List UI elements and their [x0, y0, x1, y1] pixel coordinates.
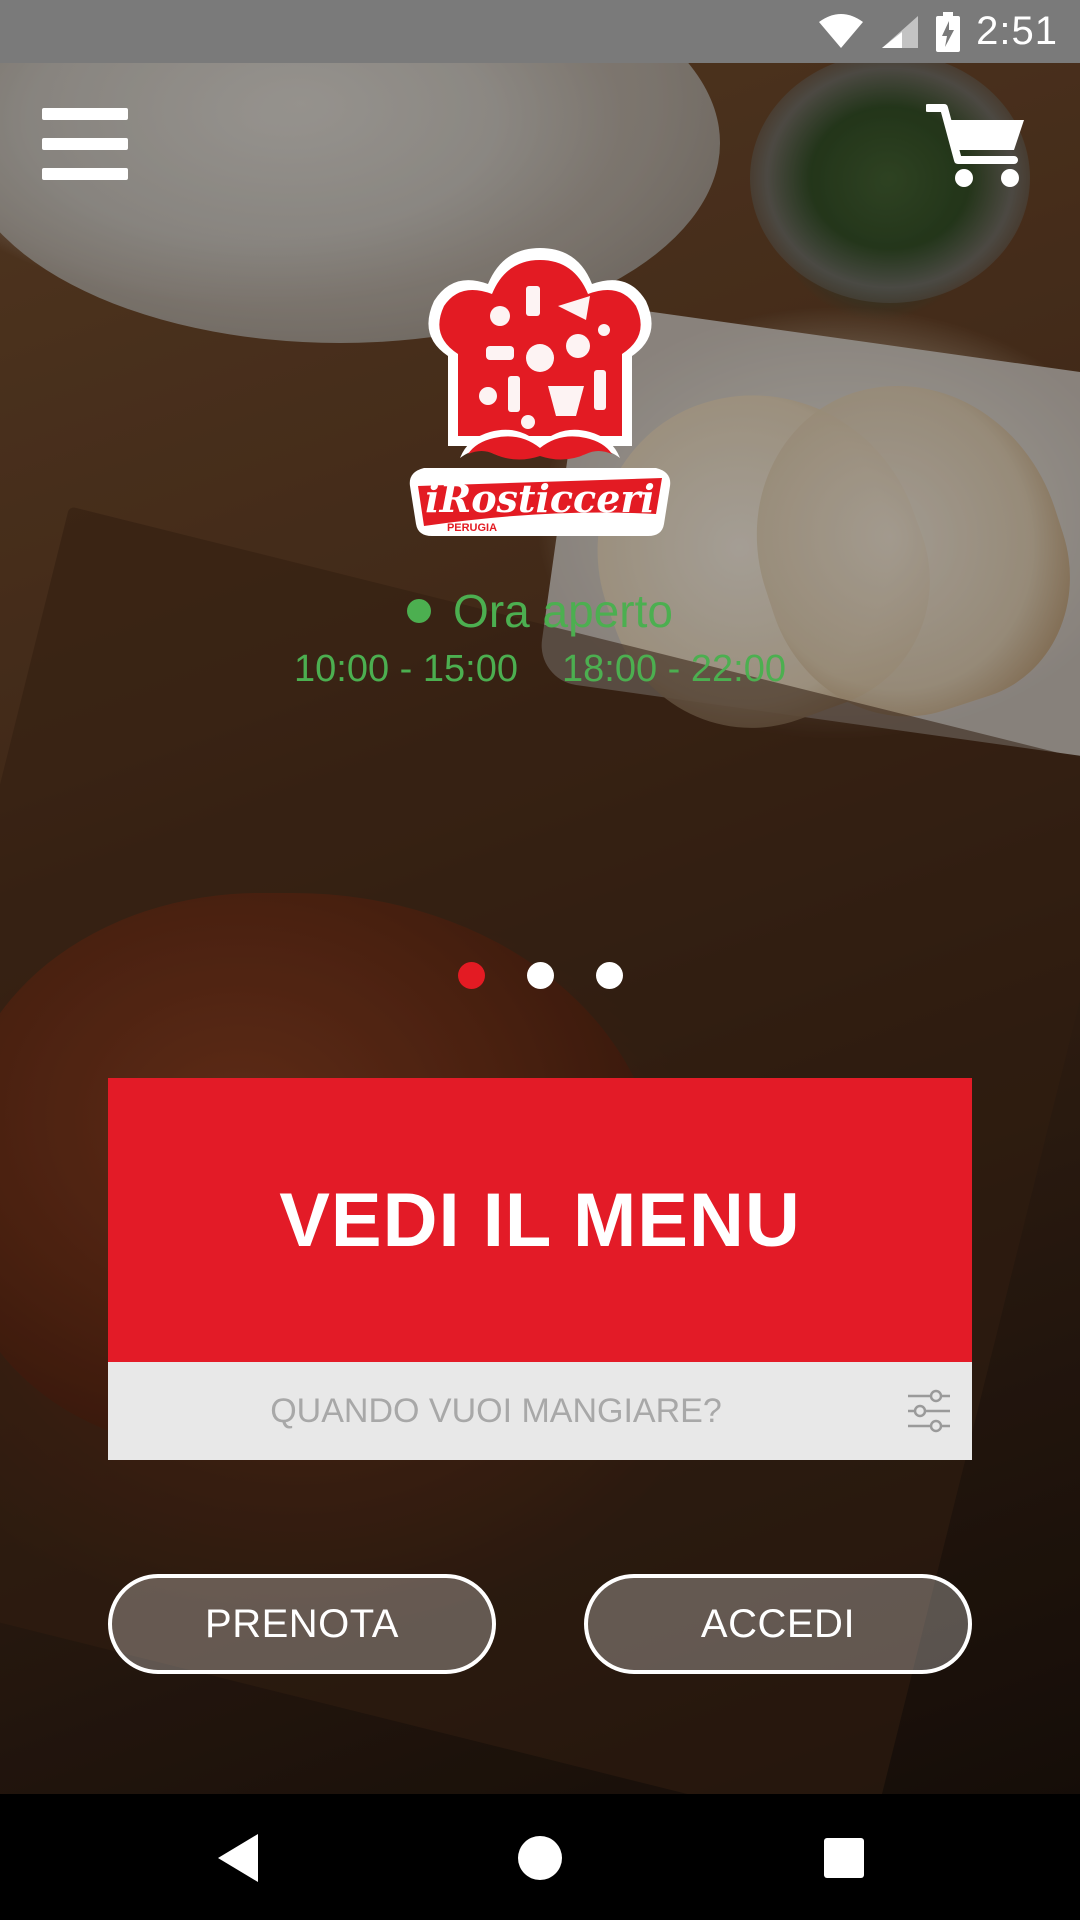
carousel-pager [0, 962, 1080, 989]
logo-brand-text: iRosticceri [425, 476, 655, 521]
hours-lunch: 10:00 - 15:00 [294, 648, 518, 690]
status-time: 2:51 [976, 9, 1058, 53]
recents-square-icon[interactable] [812, 1826, 876, 1890]
status-icons: 2:51 [818, 0, 1058, 63]
status-bar: 2:51 [0, 0, 1080, 63]
cellular-signal-icon [882, 15, 919, 48]
login-button-label: ACCEDI [700, 1601, 856, 1646]
logo-sub-text: PERUGIA [447, 522, 497, 534]
book-button[interactable]: PRENOTA [108, 1574, 496, 1674]
back-triangle-icon[interactable] [206, 1826, 270, 1890]
opening-status: Ora aperto [0, 584, 1080, 638]
home-circle-icon[interactable] [508, 1826, 572, 1890]
battery-charging-icon [936, 11, 961, 52]
open-status-label: Ora aperto [453, 585, 673, 637]
opening-hours: 10:00 - 15:00 18:00 - 22:00 [0, 648, 1080, 691]
open-indicator-dot [407, 599, 432, 623]
hamburger-menu-icon[interactable] [42, 108, 128, 180]
when-to-eat-placeholder: QUANDO VUOI MANGIARE? [270, 1391, 722, 1430]
login-button[interactable]: ACCEDI [584, 1574, 972, 1674]
system-navigation-bar [0, 1794, 1080, 1920]
view-menu-label: VEDI IL MENU [279, 1177, 801, 1263]
carousel-dot-2[interactable] [526, 962, 554, 989]
wifi-icon [819, 13, 864, 48]
shopping-cart-icon[interactable] [924, 104, 1028, 190]
hours-dinner: 18:00 - 22:00 [562, 648, 786, 690]
sliders-filter-icon[interactable] [906, 1388, 952, 1434]
brand-logo: iRosticceri PERUGIA [408, 246, 672, 536]
book-button-label: PRENOTA [205, 1601, 399, 1646]
when-to-eat-selector[interactable]: QUANDO VUOI MANGIARE? [108, 1362, 972, 1460]
carousel-dot-3[interactable] [595, 962, 623, 989]
carousel-dot-1[interactable] [457, 962, 485, 989]
view-menu-button[interactable]: VEDI IL MENU [108, 1078, 972, 1362]
